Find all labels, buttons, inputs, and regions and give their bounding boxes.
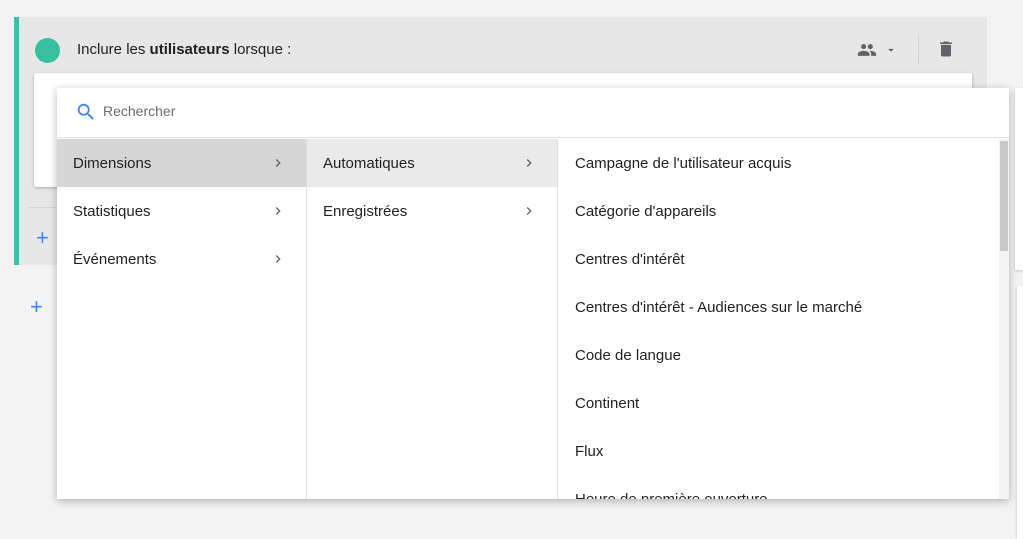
- field-label: Continent: [575, 394, 640, 412]
- category-item-statistiques[interactable]: Statistiques: [57, 187, 306, 235]
- field-item[interactable]: Code de langue: [558, 331, 1009, 379]
- chevron-right-icon: [275, 159, 281, 167]
- category-item-evenements[interactable]: Événements: [57, 235, 306, 283]
- dimension-picker: Dimensions Statistiques Événements Autom…: [57, 88, 1009, 499]
- plus-icon[interactable]: +: [30, 296, 43, 318]
- subcategory-column: Automatiques Enregistrées: [307, 139, 558, 499]
- field-column: Campagne de l'utilisateur acquis Catégor…: [558, 139, 1009, 500]
- condition-accent-bar: [14, 17, 19, 265]
- subcategory-item-automatiques[interactable]: Automatiques: [307, 139, 557, 187]
- toolbar-divider: [918, 35, 919, 63]
- chevron-right-icon: [275, 255, 281, 263]
- field-label: Code de langue: [575, 346, 681, 364]
- field-item[interactable]: Centres d'intérêt: [558, 235, 1009, 283]
- field-item[interactable]: Campagne de l'utilisateur acquis: [558, 139, 1009, 187]
- field-label: Campagne de l'utilisateur acquis: [575, 154, 792, 172]
- condition-title-bold: utilisateurs: [149, 41, 230, 58]
- scope-dropdown-button[interactable]: [854, 37, 904, 63]
- field-label: Heure de première ouverture: [575, 490, 768, 500]
- people-icon: [857, 44, 877, 56]
- field-item[interactable]: Heure de première ouverture: [558, 475, 1009, 500]
- field-item[interactable]: Centres d'intérêt - Audiences sur le mar…: [558, 283, 1009, 331]
- subcategory-item-enregistrees[interactable]: Enregistrées: [307, 187, 557, 235]
- caret-down-icon: [888, 48, 894, 52]
- category-item-dimensions[interactable]: Dimensions: [57, 139, 306, 187]
- category-label: Statistiques: [73, 202, 151, 220]
- plus-icon[interactable]: +: [36, 227, 49, 249]
- field-label: Catégorie d'appareils: [575, 202, 717, 220]
- subcategory-label: Enregistrées: [323, 202, 408, 220]
- condition-title-suffix: lorsque :: [229, 41, 292, 58]
- adjacent-card-edge: [1015, 88, 1023, 270]
- field-item[interactable]: Continent: [558, 379, 1009, 427]
- category-label: Événements: [73, 250, 157, 268]
- field-item[interactable]: Flux: [558, 427, 1009, 475]
- field-label: Centres d'intérêt - Audiences sur le mar…: [575, 298, 863, 316]
- search-input[interactable]: [103, 100, 963, 122]
- condition-title-prefix: Inclure les: [77, 41, 150, 58]
- search-icon: [77, 103, 94, 120]
- trash-icon[interactable]: [936, 38, 956, 60]
- search-bar: [57, 88, 1009, 138]
- adjacent-card-edge: [1017, 286, 1023, 539]
- status-dot: [35, 38, 60, 63]
- category-label: Dimensions: [73, 154, 152, 172]
- chevron-right-icon: [526, 207, 532, 215]
- field-label: Centres d'intérêt: [575, 250, 685, 268]
- condition-title: Inclure les utilisateurs lorsque :: [77, 41, 291, 58]
- field-item[interactable]: Catégorie d'appareils: [558, 187, 1009, 235]
- field-label: Flux: [575, 442, 604, 460]
- subcategory-label: Automatiques: [323, 154, 415, 172]
- scrollbar-thumb[interactable]: [1000, 141, 1008, 251]
- chevron-right-icon: [275, 207, 281, 215]
- chevron-right-icon: [526, 159, 532, 167]
- category-column: Dimensions Statistiques Événements: [57, 139, 307, 499]
